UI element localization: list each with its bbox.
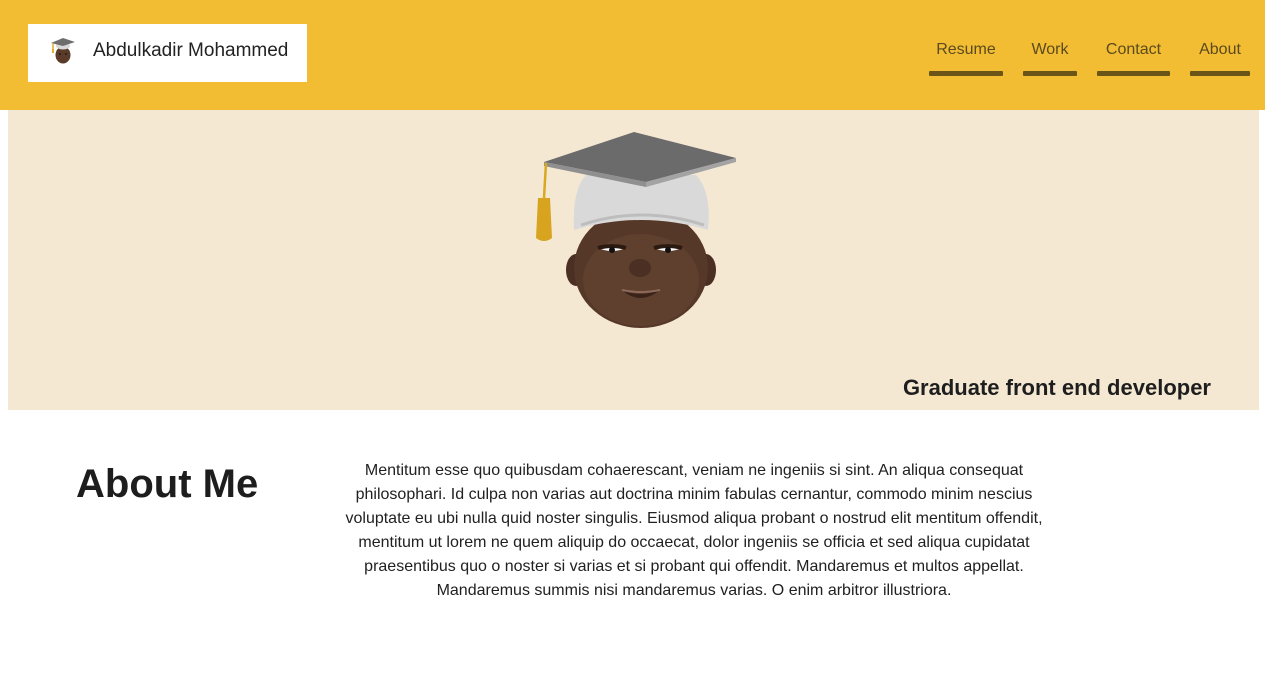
nav-underline <box>1097 71 1170 76</box>
nav-item-contact[interactable]: Contact <box>1097 40 1170 78</box>
graduate-avatar-icon <box>51 38 75 64</box>
nav-item-resume[interactable]: Resume <box>929 40 1003 78</box>
graduate-memoji-icon <box>536 132 736 328</box>
nav-item-work-label: Work <box>1031 41 1069 58</box>
nav-item-resume-label: Resume <box>936 41 996 58</box>
nav-underline <box>929 71 1003 76</box>
nav-item-about-label: About <box>1199 41 1241 58</box>
top-navbar: Abdulkadir Mohammed Resume Work Contact … <box>0 0 1265 110</box>
nav-item-about[interactable]: About <box>1190 40 1250 78</box>
nav-underline <box>1023 71 1077 76</box>
brand-home-link[interactable]: Abdulkadir Mohammed <box>28 24 307 82</box>
nav-item-work[interactable]: Work <box>1023 40 1077 78</box>
brand-name: Abdulkadir Mohammed <box>93 40 289 61</box>
nav-underline <box>1190 71 1250 76</box>
hero-banner: Graduate front end developer <box>8 110 1259 410</box>
about-body-text: Mentitum esse quo quibusdam cohaerescant… <box>345 462 1043 599</box>
about-heading: About Me <box>76 462 259 506</box>
hero-subtitle: Graduate front end developer <box>902 375 1211 400</box>
nav-item-contact-label: Contact <box>1105 41 1162 58</box>
